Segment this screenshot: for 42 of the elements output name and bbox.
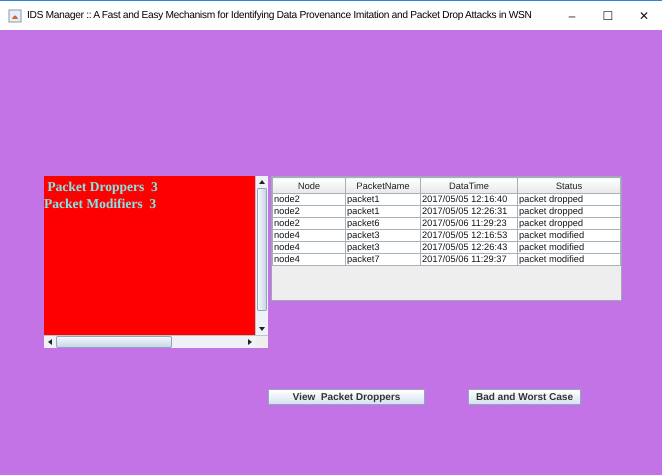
column-header[interactable]: Status xyxy=(518,178,620,194)
scroll-thumb[interactable] xyxy=(257,188,267,311)
table-cell: node4 xyxy=(272,230,346,242)
view-droppers-button[interactable]: View Packet Droppers xyxy=(268,389,425,405)
table-cell: 2017/05/06 11:29:23 xyxy=(420,218,518,230)
table-cell: node2 xyxy=(272,206,346,218)
table-cell: 2017/05/05 12:26:43 xyxy=(420,242,518,254)
text-line: Packet Droppers 3 xyxy=(46,178,159,195)
table-cell: packet modified xyxy=(518,242,620,254)
text-line: Packet Modifiers 3 xyxy=(44,195,158,212)
table-cell: 2017/05/05 12:26:31 xyxy=(420,206,518,218)
table-cell: packet dropped xyxy=(518,194,620,206)
table-cell: node2 xyxy=(272,194,346,206)
table-cell: packet6 xyxy=(346,218,420,230)
table-cell: node4 xyxy=(272,254,346,266)
table-cell: node4 xyxy=(272,242,346,254)
column-header[interactable]: DataTime xyxy=(420,178,518,194)
column-header[interactable]: PacketName xyxy=(346,178,420,194)
table-cell: 2017/05/05 12:16:53 xyxy=(420,230,518,242)
table-cell: packet modified xyxy=(518,254,620,266)
table-cell: packet1 xyxy=(346,206,420,218)
table-cell: packet7 xyxy=(346,254,420,266)
scroll-thumb[interactable] xyxy=(56,336,172,348)
window-title: IDS Manager :: A Fast and Easy Mechanism for Identifying Data Provenance Imitation and Packet Drop Attacks in WSN xyxy=(27,10,532,21)
vertical-scrollbar[interactable] xyxy=(255,176,268,335)
table-cell: packet modified xyxy=(518,230,620,242)
maximize-button[interactable]: ☐ xyxy=(590,8,626,22)
column-header[interactable]: Node xyxy=(272,178,346,194)
table-cell: packet dropped xyxy=(518,218,620,230)
app-icon xyxy=(8,8,22,22)
table-cell: node2 xyxy=(272,218,346,230)
table-cell: packet1 xyxy=(346,194,420,206)
table-cell: 2017/05/05 12:16:40 xyxy=(420,194,518,206)
worst-case-button[interactable]: Bad and Worst Case xyxy=(468,389,581,405)
table-cell: 2017/05/06 11:29:37 xyxy=(420,254,518,266)
table-cell: packet3 xyxy=(346,230,420,242)
scroll-corner xyxy=(256,336,268,348)
minimize-button[interactable]: – xyxy=(554,8,590,22)
close-button[interactable]: ✕ xyxy=(626,8,662,22)
table-cell: packet3 xyxy=(346,242,420,254)
horizontal-scrollbar[interactable] xyxy=(44,335,268,348)
table-cell: packet dropped xyxy=(518,206,620,218)
